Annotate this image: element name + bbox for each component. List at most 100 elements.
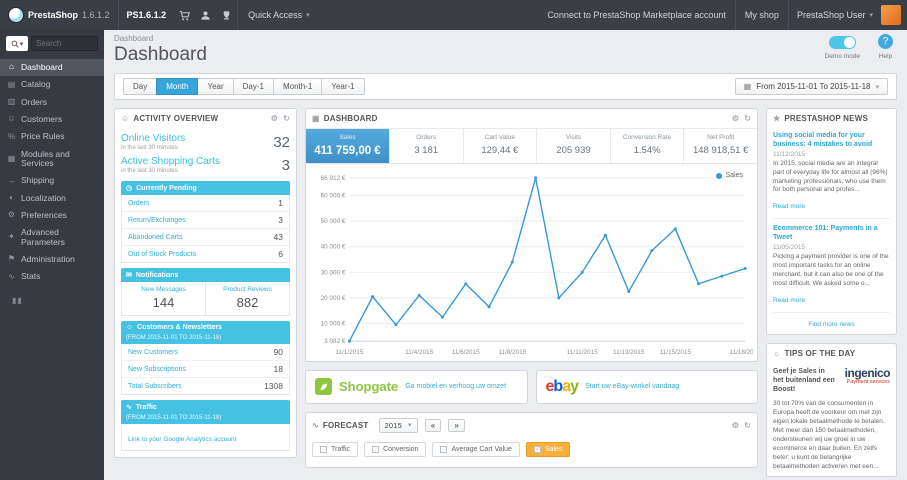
cart-icon[interactable] xyxy=(174,10,195,21)
search-input[interactable] xyxy=(31,36,98,51)
collapse-sidebar-button[interactable]: ▮▮ xyxy=(0,286,104,315)
news-item-title[interactable]: Ecommerce 101: Payments in a Tweet xyxy=(773,224,890,242)
traffic-header[interactable]: ∿ Traffic (FROM 2015-11-01 TO 2015-11-18… xyxy=(121,400,290,424)
gear-icon[interactable]: ⚙ xyxy=(732,421,739,430)
refresh-icon[interactable]: ↻ xyxy=(283,114,290,123)
new-messages-cell[interactable]: New Messages 144 xyxy=(122,282,206,315)
refresh-icon[interactable]: ↻ xyxy=(744,114,751,123)
sidebar-item-price-rules[interactable]: % Price Rules xyxy=(0,128,104,145)
find-more-news-link[interactable]: Find more news xyxy=(773,318,890,330)
checkbox-checked-icon: ✓ xyxy=(533,445,541,453)
chip-label: Average Cart Value xyxy=(451,445,512,453)
filter-day-button[interactable]: Day xyxy=(123,78,158,95)
forecast-icon: ∿ xyxy=(312,420,319,430)
active-carts-metric[interactable]: Active Shopping Carts in the last 30 min… xyxy=(121,153,290,176)
promo-row: Shopgate Ga mobiel en verhoog uw omzet e… xyxy=(305,369,758,412)
gear-icon[interactable]: ⚙ xyxy=(732,114,739,123)
list-item[interactable]: New Customers 90 xyxy=(122,344,289,361)
sidebar-item-shipping[interactable]: → Shipping xyxy=(0,172,104,189)
kpi-label: Visits xyxy=(565,134,582,141)
list-item[interactable]: Return/Exchanges 3 xyxy=(122,212,289,229)
shopgate-link[interactable]: Ga mobiel en verhoog uw omzet xyxy=(405,383,506,391)
my-shop-link[interactable]: My shop xyxy=(736,10,788,20)
google-analytics-link[interactable]: Link to your Google Analytics account xyxy=(128,436,236,443)
filter-year-button[interactable]: Year xyxy=(197,78,234,95)
shop-name-link[interactable]: PS1.6.1.2 xyxy=(119,10,175,20)
help-icon[interactable]: ? xyxy=(878,34,893,49)
quick-access-menu[interactable]: Quick Access ▾ xyxy=(238,10,320,20)
list-item[interactable]: Abandoned Carts 43 xyxy=(122,229,289,246)
ingenico-logo-text: ingenico xyxy=(844,365,891,380)
read-more-link[interactable]: Read more xyxy=(773,297,805,304)
filter-year-1-button[interactable]: Year-1 xyxy=(321,78,365,95)
shopgate-promo[interactable]: Shopgate Ga mobiel en verhoog uw omzet xyxy=(305,369,528,404)
customers-row-value: 90 xyxy=(273,347,283,357)
svg-text:11/11/2015: 11/11/2015 xyxy=(567,349,598,356)
kpi-conversion-rate[interactable]: Conversion Rate 1.54% xyxy=(611,129,685,163)
sidebar-item-catalog[interactable]: ▤ Catalog xyxy=(0,76,104,93)
user-menu[interactable]: PrestaShop User ▾ xyxy=(789,10,881,20)
sidebar-item-customers[interactable]: ☺ Customers xyxy=(0,111,104,128)
news-item: Using social media for your business: 4 … xyxy=(773,131,890,220)
sidebar-search: ▾ xyxy=(6,36,98,51)
marketplace-connect-link[interactable]: Connect to PrestaShop Marketplace accoun… xyxy=(538,10,735,20)
forecast-next-button[interactable]: » xyxy=(448,418,466,432)
sidebar-item-modules[interactable]: ▦ Modules and Services xyxy=(0,146,104,173)
search-type-button[interactable]: ▾ xyxy=(6,36,28,51)
sidebar-item-dashboard[interactable]: ⌂ Dashboard xyxy=(0,59,104,77)
sidebar-item-orders[interactable]: ▥ Orders xyxy=(0,94,104,111)
forecast-prev-button[interactable]: « xyxy=(424,418,442,432)
sidebar-item-localization[interactable]: ◐ Localization xyxy=(0,190,104,207)
kpi-orders[interactable]: Orders 3 181 xyxy=(390,129,464,163)
forecast-year-select[interactable]: 2015 ▾ xyxy=(378,417,418,433)
list-item[interactable]: Orders 1 xyxy=(122,195,289,212)
pending-row-label: Return/Exchanges xyxy=(128,216,186,224)
ebay-link[interactable]: Start uw eBay-winkel vandaag xyxy=(585,383,679,391)
forecast-chip-average-cart-value[interactable]: Average Cart Value xyxy=(432,441,520,457)
product-reviews-cell[interactable]: Product Reviews 882 xyxy=(206,282,289,315)
date-range-picker[interactable]: ▦ From 2015-11-01 To 2015-11-18 ▾ xyxy=(734,78,888,95)
news-item-title[interactable]: Using social media for your business: 4 … xyxy=(773,131,890,149)
kpi-visits[interactable]: Visits 205 939 xyxy=(537,129,611,163)
filter-month-1-button[interactable]: Month-1 xyxy=(272,78,323,95)
gear-icon[interactable]: ⚙ xyxy=(271,114,278,123)
filter-month-button[interactable]: Month xyxy=(156,78,199,95)
sidebar-item-preferences[interactable]: ⚙ Preferences xyxy=(0,207,104,224)
badges-trophy-icon[interactable] xyxy=(216,10,237,21)
currently-pending-header[interactable]: ◷ Currently Pending xyxy=(121,181,290,195)
forecast-chip-traffic[interactable]: Traffic xyxy=(312,441,359,457)
sidebar-item-stats[interactable]: ∿ Stats xyxy=(0,268,104,285)
list-item[interactable]: Out of Stock Products 6 xyxy=(122,246,289,262)
customer-profile-icon[interactable] xyxy=(195,10,216,21)
forecast-chip-sales[interactable]: ✓ Sales xyxy=(525,441,571,457)
read-more-link[interactable]: Read more xyxy=(773,203,805,210)
list-item[interactable]: Total Subscribers 1308 xyxy=(122,378,289,394)
online-visitors-metric[interactable]: Online Visitors in the last 30 minutes 3… xyxy=(121,130,290,153)
kpi-net-profit[interactable]: Net Profit 148 918,51 € xyxy=(684,129,757,163)
customers-newsletters-header[interactable]: ☺ Customers & Newsletters (FROM 2015-11-… xyxy=(121,321,290,344)
kpi-sales[interactable]: Sales 411 759,00 € xyxy=(306,129,390,163)
svg-text:3 082 €: 3 082 € xyxy=(324,338,346,345)
product-reviews-label: Product Reviews xyxy=(223,286,272,293)
active-carts-label: Active Shopping Carts xyxy=(121,156,220,167)
sales-chart-area: Sales 66 912 € 60 000 € 50 000 € 40 000 € 30… xyxy=(306,164,757,361)
forecast-chip-conversion[interactable]: Conversion xyxy=(364,441,427,457)
notifications-header[interactable]: ✉ Notifications xyxy=(121,268,290,282)
kpi-cart-value[interactable]: Cart Value 129,44 € xyxy=(464,129,538,163)
quick-access-label: Quick Access xyxy=(248,10,303,20)
currently-pending-title: Currently Pending xyxy=(136,184,197,192)
sidebar-item-label: Preferences xyxy=(21,210,67,221)
demo-mode-toggle[interactable] xyxy=(828,36,856,49)
breadcrumb[interactable]: Dashboard xyxy=(114,34,897,43)
refresh-icon[interactable]: ↻ xyxy=(744,421,751,430)
sidebar-item-advanced-parameters[interactable]: ✦ Advanced Parameters xyxy=(0,224,104,251)
filter-day-1-button[interactable]: Day-1 xyxy=(232,78,274,95)
ebay-promo[interactable]: ebay Start uw eBay-winkel vandaag xyxy=(535,369,758,404)
prestashop-logo-icon[interactable] xyxy=(8,7,24,23)
new-messages-value: 144 xyxy=(152,295,175,310)
sidebar-item-administration[interactable]: ⚑ Administration xyxy=(0,251,104,268)
list-item[interactable]: New Subscriptions 18 xyxy=(122,361,289,378)
user-avatar[interactable] xyxy=(881,5,901,25)
pending-row-value: 1 xyxy=(278,198,283,208)
sidebar-nav: ⌂ Dashboard ▤ Catalog ▥ Orders ☺ Custome… xyxy=(0,59,104,286)
